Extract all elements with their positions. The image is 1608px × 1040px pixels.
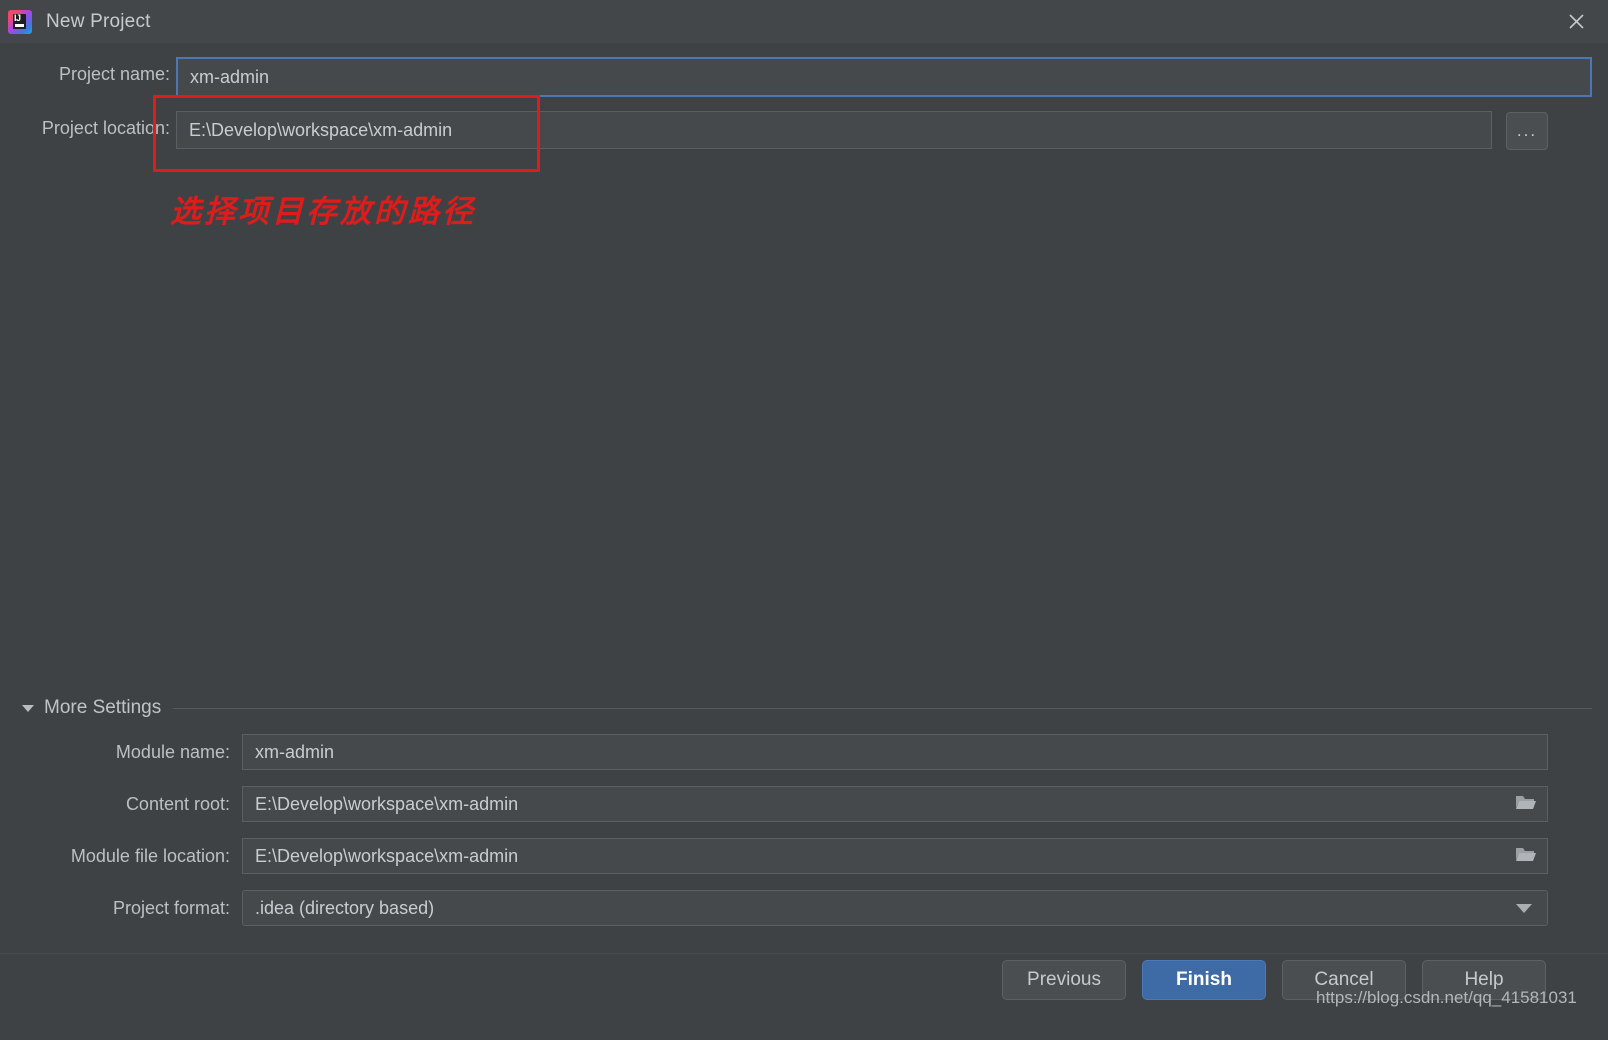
triangle-down-icon[interactable] [22, 704, 34, 712]
module-file-location-value: E:\Develop\workspace\xm-admin [255, 845, 519, 866]
annotation-text: 选择项目存放的路径 [170, 194, 476, 229]
content-root-label: Content root: [125, 794, 230, 814]
title-bar: IJ New Project [0, 0, 1608, 43]
project-location-input[interactable]: E:\Develop\workspace\xm-admin [176, 111, 1492, 149]
project-format-select[interactable]: .idea (directory based) [242, 890, 1548, 926]
intellij-idea-logo-icon: IJ [8, 9, 32, 34]
more-settings-label: More Settings [44, 697, 162, 718]
chevron-down-icon[interactable] [1515, 898, 1533, 919]
module-name-input[interactable]: xm-admin [242, 734, 1548, 770]
close-icon[interactable] [1556, 6, 1596, 36]
watermark-text: https://blog.csdn.net/qq_41581031 [1316, 988, 1577, 1007]
more-settings-divider [173, 707, 1592, 709]
module-file-location-input[interactable]: E:\Develop\workspace\xm-admin [242, 838, 1548, 874]
app-icon-underline [15, 23, 24, 27]
module-name-label: Module name: [115, 742, 230, 762]
module-file-location-label: Module file location: [70, 846, 230, 866]
content-root-value: E:\Develop\workspace\xm-admin [255, 793, 519, 814]
window-title: New Project [46, 10, 151, 32]
project-location-label: Project location: [41, 118, 170, 138]
project-format-value: .idea (directory based) [255, 897, 435, 918]
content-root-input[interactable]: E:\Develop\workspace\xm-admin [242, 786, 1548, 822]
project-name-label: Project name: [58, 64, 170, 84]
folder-icon[interactable] [1515, 845, 1537, 868]
folder-icon[interactable] [1515, 793, 1537, 816]
more-settings-header[interactable]: More Settings [22, 695, 1592, 721]
project-location-browse-button[interactable]: ... [1506, 112, 1548, 150]
app-icon-glyph: IJ [14, 12, 21, 23]
finish-button[interactable]: Finish [1142, 960, 1266, 1000]
footer-divider [0, 953, 1608, 954]
previous-button[interactable]: Previous [1002, 960, 1126, 1000]
new-project-dialog: IJ New Project Project name: xm-admin Pr… [0, 0, 1608, 1040]
project-format-label: Project format: [112, 898, 230, 918]
project-name-input[interactable]: xm-admin [176, 57, 1592, 97]
